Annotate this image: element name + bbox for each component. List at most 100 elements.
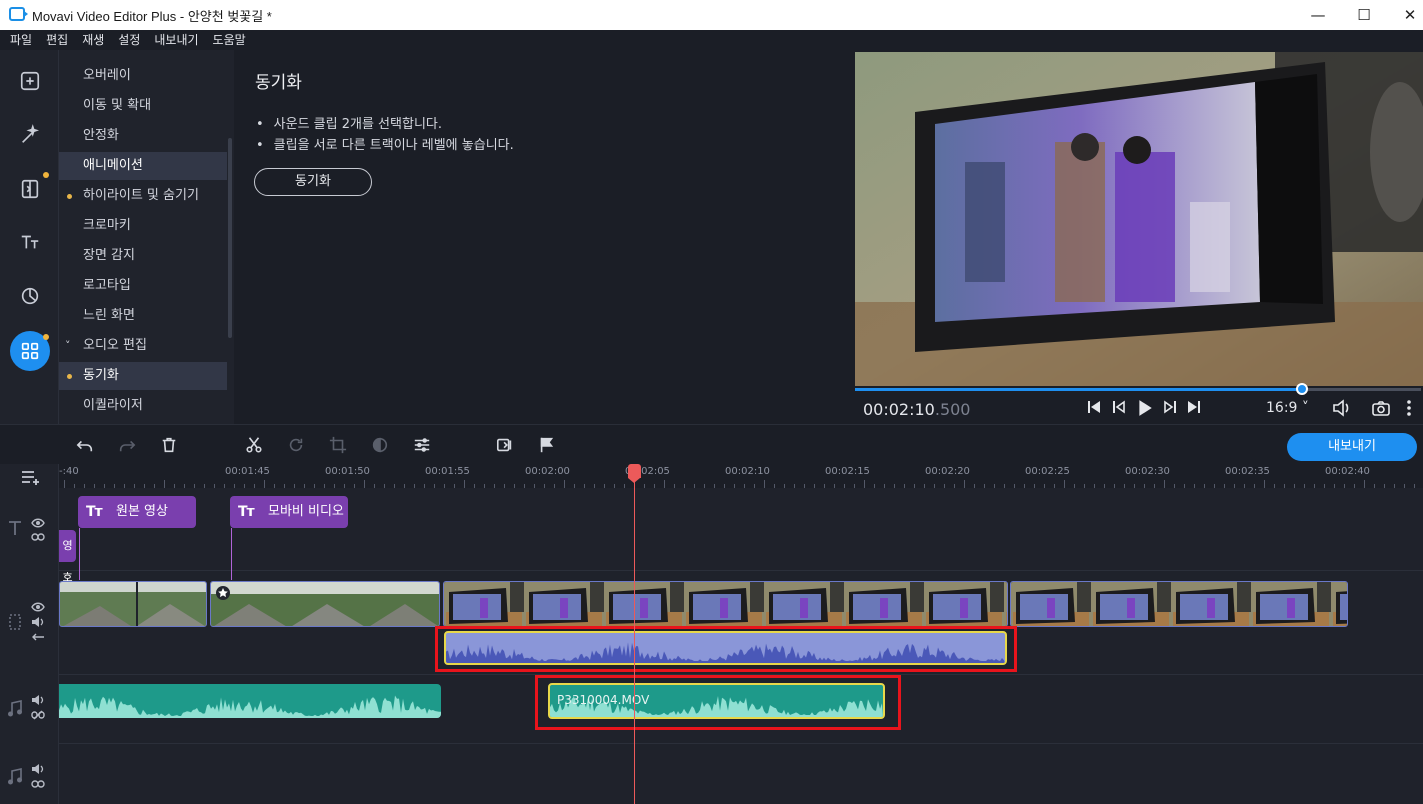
- add-marker-button[interactable]: [536, 434, 558, 456]
- ruler-label: 00:02:40: [1325, 466, 1370, 477]
- track-divider: [59, 743, 1423, 744]
- menu-help[interactable]: 도움말: [213, 30, 246, 50]
- title-clip[interactable]: Tт 원본 영상: [78, 496, 196, 528]
- movavi-app-icon: [9, 7, 28, 21]
- volume-icon[interactable]: [1332, 399, 1352, 417]
- menu-settings[interactable]: 설정: [118, 30, 140, 50]
- undo-icon: [76, 440, 93, 452]
- undo-button[interactable]: [74, 434, 96, 456]
- timecode-main: 00:02:10: [863, 400, 935, 419]
- speaker-icon[interactable]: [31, 617, 45, 627]
- video-clip[interactable]: [443, 581, 1008, 627]
- title-clip-connector: [79, 528, 80, 580]
- video-clip[interactable]: [1010, 581, 1348, 627]
- timeline-ruler[interactable]: -:40 00:01:45 00:01:50 00:01:55 00:02:00 00:0…: [59, 464, 1423, 488]
- menu-export[interactable]: 내보내기: [154, 30, 198, 50]
- progress-knob[interactable]: [1296, 383, 1309, 395]
- audio-waveform: [59, 695, 441, 718]
- export-button[interactable]: 내보내기: [1287, 433, 1417, 461]
- speaker-icon[interactable]: [31, 695, 45, 705]
- preview-player: 00:02:10.500 16:9 ˅: [853, 50, 1423, 424]
- tool-item-scene-detection[interactable]: 장면 감지: [59, 242, 227, 270]
- video-clip[interactable]: [210, 581, 440, 627]
- unlink-icon[interactable]: [31, 710, 45, 720]
- properties-panel: 동기화 사운드 클립 2개를 선택합니다. 클립을 서로 다른 트랙이나 레벨에…: [234, 50, 853, 424]
- link-icon[interactable]: [31, 779, 45, 789]
- tool-group-audio-editing[interactable]: ˅ 오디오 편집: [59, 332, 227, 360]
- next-frame-icon[interactable]: [1162, 399, 1178, 415]
- insert-clip-button[interactable]: [494, 434, 516, 456]
- effects-tool-button[interactable]: [10, 115, 50, 155]
- tool-item-animation[interactable]: 애니메이션: [59, 152, 227, 180]
- redo-button[interactable]: [116, 434, 138, 456]
- ruler-tick: [464, 480, 465, 488]
- ruler-label: 00:01:55: [425, 466, 470, 477]
- tool-item-highlight-conceal[interactable]: 하이라이트 및 숨기기: [59, 182, 227, 210]
- sliders-icon: [414, 438, 430, 452]
- titles-icon: Tт: [86, 504, 103, 520]
- eye-icon[interactable]: [31, 518, 45, 528]
- menu-edit[interactable]: 편집: [46, 30, 68, 50]
- crop-button[interactable]: [327, 434, 349, 456]
- minimize-button[interactable]: —: [1295, 0, 1341, 30]
- tool-item-label: 크로마키: [83, 218, 131, 233]
- tool-item-equalizer[interactable]: 이퀄라이저: [59, 392, 227, 420]
- audio-clip[interactable]: [59, 684, 441, 718]
- arrow-left-icon[interactable]: [31, 632, 45, 642]
- maximize-button[interactable]: ☐: [1341, 0, 1387, 30]
- ruler-tick: [864, 480, 865, 488]
- tool-item-slow-motion[interactable]: 느린 화면: [59, 302, 227, 330]
- more-options-icon[interactable]: [1406, 399, 1412, 417]
- video-clip[interactable]: [59, 581, 207, 627]
- close-button[interactable]: ✕: [1387, 0, 1423, 30]
- import-icon: [20, 71, 40, 91]
- ruler-tick: [364, 480, 365, 488]
- add-track-icon[interactable]: [20, 469, 42, 485]
- split-button[interactable]: [243, 434, 265, 456]
- playhead-handle[interactable]: [628, 464, 641, 483]
- flag-icon: [540, 437, 554, 453]
- more-tools-icon: [21, 342, 39, 360]
- ruler-label: -:40: [59, 466, 79, 477]
- timeline-toolbar: 내보내기: [0, 424, 1423, 464]
- tools-list-scrollbar[interactable]: [228, 138, 232, 338]
- sync-button[interactable]: 동기화: [254, 168, 372, 196]
- tool-item-label: 장면 감지: [83, 248, 135, 263]
- snapshot-camera-icon[interactable]: [1371, 399, 1391, 417]
- color-adjust-button[interactable]: [369, 434, 391, 456]
- playback-progress-bar[interactable]: [855, 383, 1421, 395]
- skip-to-end-icon[interactable]: [1186, 399, 1202, 415]
- titles-tool-button[interactable]: [10, 222, 50, 262]
- play-icon[interactable]: [1136, 399, 1154, 417]
- more-tools-button[interactable]: [10, 331, 50, 371]
- menu-playback[interactable]: 재생: [82, 30, 104, 50]
- transitions-tool-button[interactable]: [10, 169, 50, 209]
- ruler-tick: [1064, 480, 1065, 488]
- title-clip-partial[interactable]: 영호: [59, 530, 76, 584]
- tool-item-sync[interactable]: 동기화: [59, 362, 227, 390]
- link-icon[interactable]: [31, 532, 45, 542]
- title-clip[interactable]: Tт 모바비 비디오: [230, 496, 348, 528]
- trash-icon: [162, 437, 176, 453]
- instruction-item: 사운드 클립 2개를 선택합니다.: [256, 113, 442, 132]
- tool-item-chroma-key[interactable]: 크로마키: [59, 212, 227, 240]
- tool-item-overlay[interactable]: 오버레이: [59, 62, 227, 90]
- clip-properties-button[interactable]: [411, 434, 433, 456]
- previous-frame-icon[interactable]: [1111, 399, 1127, 415]
- tool-item-label: 애니메이션: [83, 158, 143, 173]
- menu-file[interactable]: 파일: [10, 30, 32, 50]
- eye-icon[interactable]: [31, 602, 45, 612]
- ruler-tick: [664, 480, 665, 488]
- ruler-label: 00:02:00: [525, 466, 570, 477]
- speaker-icon[interactable]: [31, 764, 45, 774]
- titles-icon: Tт: [238, 504, 255, 520]
- tool-item-pan-zoom[interactable]: 이동 및 확대: [59, 92, 227, 120]
- skip-to-start-icon[interactable]: [1086, 399, 1102, 415]
- tool-item-logo[interactable]: 로고타입: [59, 272, 227, 300]
- import-tool-button[interactable]: [10, 61, 50, 101]
- delete-button[interactable]: [158, 434, 180, 456]
- rotate-button[interactable]: [285, 434, 307, 456]
- tool-item-stabilization[interactable]: 안정화: [59, 122, 227, 150]
- aspect-ratio-dropdown[interactable]: 16:9 ˅: [1266, 400, 1309, 416]
- filters-tool-button[interactable]: [10, 276, 50, 316]
